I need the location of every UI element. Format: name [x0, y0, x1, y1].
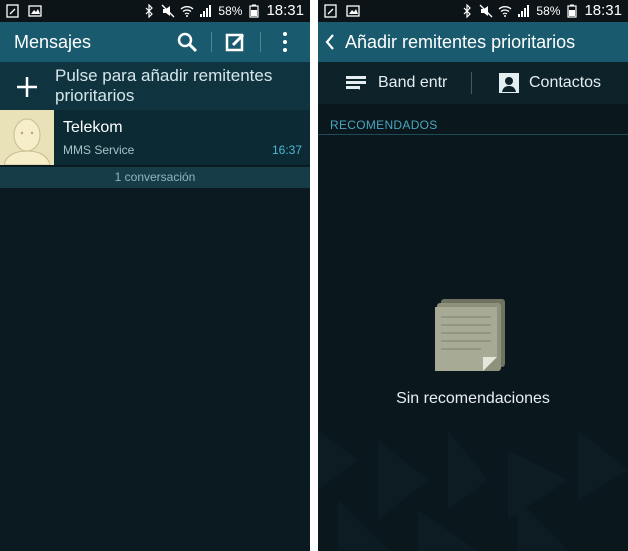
note-stack-icon [435, 299, 505, 371]
message-snippet: MMS Service [63, 143, 135, 157]
signal-icon [200, 4, 212, 17]
avatar [0, 110, 54, 165]
status-bar: 58% 18:31 [0, 0, 310, 22]
battery-percent: 58% [218, 3, 243, 18]
page-title: Añadir remitentes prioritarios [345, 32, 576, 52]
message-time: 16:37 [271, 143, 302, 157]
image-notification-icon [28, 5, 42, 17]
divider [260, 32, 261, 52]
default-contact-icon [0, 110, 54, 165]
empty-state-text: Sin recomendaciones [396, 390, 550, 407]
plus-icon [17, 77, 37, 97]
status-time: 18:31 [266, 2, 304, 19]
bluetooth-icon [145, 3, 154, 18]
signal-icon [518, 4, 530, 17]
tab-contacts-label: Contactos [529, 74, 602, 91]
battery-icon [567, 4, 578, 18]
bluetooth-icon [463, 3, 472, 18]
page-title: Mensajes [14, 32, 92, 52]
conversation-row[interactable]: Telekom MMS Service 16:37 [0, 110, 310, 165]
messages-screen: 58% 18:31 Mensajes Pulse para añadir rem… [0, 0, 310, 551]
overflow-menu-icon[interactable] [273, 30, 297, 54]
back-icon[interactable] [324, 33, 336, 51]
section-divider [318, 134, 628, 135]
compose-icon[interactable] [224, 30, 248, 54]
mute-icon [479, 4, 493, 17]
conversation-count: 1 conversación [0, 167, 310, 188]
add-priority-sender-label: Pulse para añadir remitentes prioritario… [55, 66, 273, 105]
app-bar: Mensajes [0, 22, 310, 62]
section-header: RECOMENDADOS [330, 118, 438, 132]
tab-contacts[interactable]: Contactos [499, 62, 601, 104]
contact-name: Telekom [63, 119, 123, 136]
tab-inbox-label: Band entr [378, 74, 448, 91]
battery-percent: 58% [536, 3, 561, 18]
inbox-icon [346, 76, 366, 90]
tab-inbox[interactable]: Band entr [346, 62, 447, 104]
divider [471, 72, 472, 94]
wifi-icon [498, 5, 512, 17]
add-priority-sender-row[interactable]: Pulse para añadir remitentes prioritario… [0, 62, 310, 110]
source-tabs: Band entr Contactos [318, 62, 628, 104]
search-icon[interactable] [175, 30, 199, 54]
divider [211, 32, 212, 52]
mute-icon [161, 4, 175, 17]
battery-icon [249, 4, 260, 18]
screenshot-notification-icon [6, 4, 19, 18]
wifi-icon [180, 5, 194, 17]
app-bar: Añadir remitentes prioritarios [318, 22, 628, 62]
background-pattern [318, 430, 628, 551]
add-priority-senders-screen: 58% 18:31 Añadir remitentes prioritarios… [318, 0, 628, 551]
image-notification-icon [346, 5, 360, 17]
screenshot-notification-icon [324, 4, 337, 18]
contact-icon [499, 73, 519, 93]
status-time: 18:31 [584, 2, 622, 19]
status-bar: 58% 18:31 [318, 0, 628, 22]
